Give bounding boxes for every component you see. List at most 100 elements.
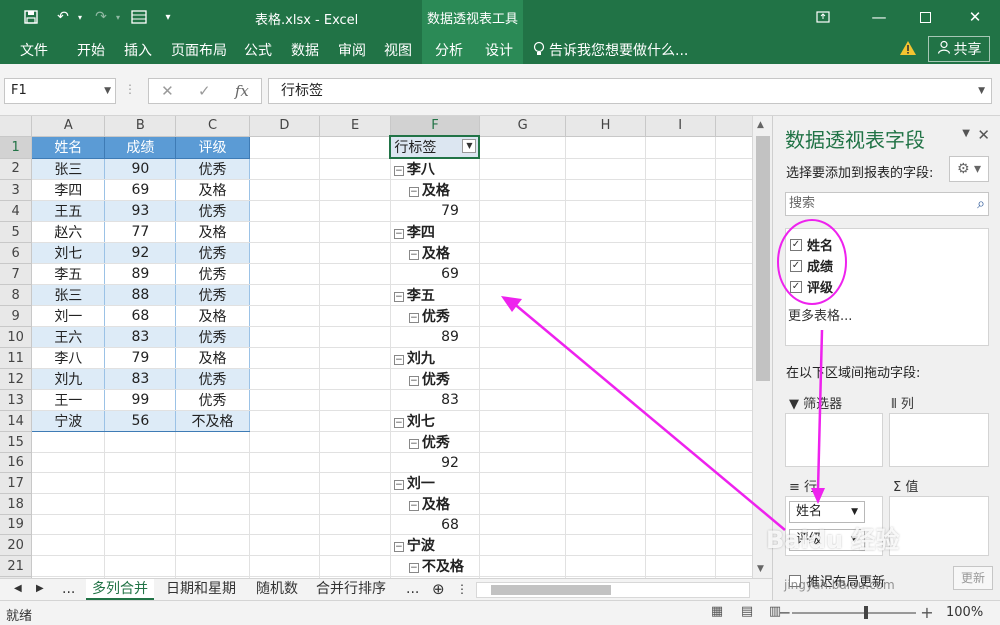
- cell[interactable]: [249, 284, 321, 306]
- field-item[interactable]: ✓ 姓名: [790, 235, 833, 254]
- cell[interactable]: [319, 221, 391, 243]
- cell[interactable]: 张三: [31, 284, 106, 306]
- customize-qat-icon[interactable]: ▾: [160, 7, 176, 27]
- more-sheets-left-icon[interactable]: ...: [56, 579, 81, 600]
- pivot-cell[interactable]: 92: [389, 452, 480, 474]
- cell[interactable]: [565, 284, 646, 306]
- cell[interactable]: [319, 305, 391, 327]
- filters-drop-zone[interactable]: [785, 413, 883, 467]
- horizontal-scrollbar[interactable]: [476, 582, 750, 598]
- cell[interactable]: [319, 326, 391, 348]
- sheet-tab[interactable]: 合并行排序: [310, 579, 392, 600]
- cell[interactable]: [175, 555, 250, 578]
- cell[interactable]: [645, 158, 716, 180]
- row-header[interactable]: 10: [0, 326, 33, 348]
- name-box[interactable]: F1 ▼: [4, 78, 116, 104]
- cell[interactable]: [319, 514, 391, 536]
- checkbox-checked-icon[interactable]: ✓: [790, 259, 802, 272]
- tab-review[interactable]: 审阅: [338, 40, 366, 60]
- cell[interactable]: 王六: [31, 326, 106, 348]
- row-header[interactable]: 7: [0, 263, 33, 285]
- row-header[interactable]: 1: [0, 136, 33, 159]
- more-sheets-right-icon[interactable]: ...: [400, 579, 425, 600]
- cell[interactable]: [645, 368, 716, 390]
- cell[interactable]: [31, 555, 106, 578]
- pivot-cell[interactable]: − 李四: [389, 221, 480, 243]
- cell[interactable]: [565, 431, 646, 453]
- pivot-cell[interactable]: 68: [389, 514, 480, 536]
- cell[interactable]: 刘七: [31, 242, 106, 264]
- cell[interactable]: [479, 136, 567, 159]
- cell[interactable]: 89: [104, 263, 177, 285]
- cell[interactable]: 及格: [175, 347, 250, 369]
- pivot-cell[interactable]: − 刘一: [389, 472, 480, 495]
- pivot-cell[interactable]: 83: [389, 389, 480, 411]
- cell[interactable]: [249, 200, 321, 222]
- row-header[interactable]: 8: [0, 284, 33, 306]
- column-header[interactable]: A: [31, 116, 106, 137]
- row-header[interactable]: 21: [0, 555, 33, 578]
- cell[interactable]: [319, 493, 391, 516]
- tab-analyze[interactable]: 分析: [435, 40, 463, 60]
- cell[interactable]: [319, 242, 391, 264]
- cell[interactable]: [104, 514, 177, 536]
- sheet-tab-active[interactable]: 多列合并: [86, 579, 154, 600]
- sheet-tab[interactable]: 日期和星期: [160, 579, 242, 600]
- cell[interactable]: [319, 179, 391, 201]
- pivot-cell[interactable]: 69: [389, 263, 480, 285]
- cell[interactable]: [645, 200, 716, 222]
- cell[interactable]: [249, 472, 321, 495]
- cell[interactable]: [104, 472, 177, 495]
- cell[interactable]: 99: [104, 389, 177, 411]
- cell[interactable]: [479, 305, 567, 327]
- form-icon[interactable]: [128, 7, 150, 27]
- cell[interactable]: [249, 534, 321, 557]
- cancel-icon[interactable]: ✕: [161, 82, 174, 100]
- cell[interactable]: [249, 389, 321, 411]
- cell[interactable]: [319, 555, 391, 578]
- cell[interactable]: [565, 452, 646, 474]
- cell[interactable]: [249, 410, 321, 432]
- cell[interactable]: 李四: [31, 179, 106, 201]
- column-header[interactable]: B: [104, 116, 177, 137]
- cell[interactable]: [479, 284, 567, 306]
- cell[interactable]: 及格: [175, 305, 250, 327]
- close-button[interactable]: ✕: [952, 0, 998, 34]
- field-item[interactable]: ✓ 成绩: [790, 256, 833, 275]
- cell[interactable]: [319, 200, 391, 222]
- pivot-cell[interactable]: − 刘七: [389, 410, 480, 432]
- pivot-cell[interactable]: − 及格: [389, 179, 480, 201]
- column-header[interactable]: F: [390, 116, 480, 137]
- cell[interactable]: 77: [104, 221, 177, 243]
- cell[interactable]: [565, 326, 646, 348]
- cell[interactable]: [565, 221, 646, 243]
- cell[interactable]: 88: [104, 284, 177, 306]
- cell[interactable]: [565, 179, 646, 201]
- cell[interactable]: [645, 472, 716, 495]
- cell[interactable]: [31, 534, 106, 557]
- collapse-icon[interactable]: −: [408, 501, 419, 512]
- cell[interactable]: [645, 284, 716, 306]
- cell[interactable]: [479, 410, 567, 432]
- cell[interactable]: [565, 200, 646, 222]
- cell[interactable]: [479, 534, 567, 557]
- tell-me-search[interactable]: 告诉我您想要做什么...: [533, 40, 688, 60]
- cell[interactable]: 90: [104, 158, 177, 180]
- cell[interactable]: [479, 368, 567, 390]
- cell[interactable]: [565, 534, 646, 557]
- cell[interactable]: [565, 368, 646, 390]
- collapse-icon[interactable]: −: [408, 250, 419, 260]
- collapse-icon[interactable]: −: [408, 439, 419, 449]
- cell[interactable]: 优秀: [175, 242, 250, 264]
- cell[interactable]: [175, 472, 250, 495]
- cell[interactable]: [645, 534, 716, 557]
- cell[interactable]: 优秀: [175, 368, 250, 390]
- cell[interactable]: [565, 158, 646, 180]
- cell[interactable]: [319, 136, 391, 159]
- cell[interactable]: [319, 452, 391, 474]
- cell[interactable]: 56: [104, 410, 177, 432]
- cell[interactable]: [479, 493, 567, 516]
- cell[interactable]: [249, 347, 321, 369]
- pivot-header-cell[interactable]: 行标签 ▼: [389, 135, 481, 159]
- pivot-cell[interactable]: − 李五: [389, 284, 480, 306]
